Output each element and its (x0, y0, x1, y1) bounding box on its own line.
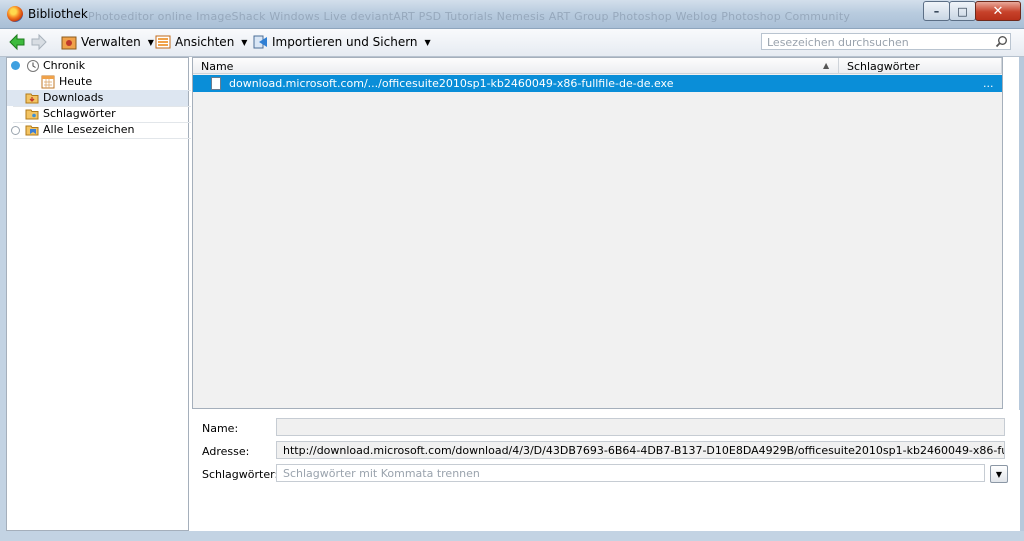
tree-item-downloads[interactable]: Downloads (7, 90, 188, 106)
address-field[interactable]: http://download.microsoft.com/download/4… (276, 441, 1005, 459)
list-item-name: download.microsoft.com/.../officesuite20… (229, 77, 674, 90)
list-item-tags: ... (983, 77, 994, 90)
library-tree: Chronik Heute Downloads Schlagwörter All… (6, 57, 191, 531)
folder-icon (25, 125, 39, 136)
views-menu-label: Ansichten (175, 35, 235, 49)
import-backup-menu-button[interactable]: Importieren und Sichern ▼ (252, 33, 431, 51)
tags-field[interactable]: Schlagwörter mit Kommata trennen (276, 464, 985, 482)
expand-twisty-icon[interactable] (11, 61, 20, 70)
search-input[interactable]: Lesezeichen durchsuchen (761, 33, 1011, 50)
bookmark-list: Name ▲ Schlagwörter download.microsoft.c… (192, 57, 1003, 409)
tree-item-alle-lesezeichen[interactable]: Alle Lesezeichen (7, 122, 188, 138)
tree-item-schlagwoerter[interactable]: Schlagwörter (7, 106, 188, 122)
tree-item-label: Chronik (43, 59, 86, 72)
clock-icon (27, 60, 39, 72)
calendar-icon (41, 75, 55, 89)
chevron-down-icon: ▼ (241, 37, 248, 47)
tree-item-label: Alle Lesezeichen (43, 123, 135, 136)
column-header-label: Schlagwörter (847, 60, 920, 73)
back-arrow-icon[interactable] (8, 33, 26, 51)
title-bar[interactable]: Photoeditor online ImageShack Windows Li… (0, 0, 1024, 29)
column-header-name[interactable]: Name (193, 58, 839, 74)
file-icon (211, 77, 221, 90)
expand-twisty-icon[interactable] (11, 126, 20, 135)
chevron-down-icon: ▼ (995, 469, 1003, 479)
organize-menu-label: Verwalten (81, 35, 141, 49)
details-pane: Name: Adresse: http://download.microsoft… (192, 410, 1020, 531)
folder-icon (25, 93, 39, 104)
chevron-down-icon: ▼ (147, 37, 154, 47)
tree-item-label: Downloads (43, 91, 104, 104)
minimize-button[interactable]: – (923, 1, 950, 21)
maximize-button[interactable]: □ (949, 1, 976, 21)
window-title: Bibliothek (28, 7, 88, 21)
chevron-down-icon: ▼ (424, 37, 431, 47)
firefox-logo-icon (7, 6, 23, 22)
sort-ascending-icon: ▲ (823, 61, 830, 70)
name-field[interactable] (276, 418, 1005, 436)
views-icon (155, 35, 171, 49)
divider (13, 138, 191, 139)
column-header-tags[interactable]: Schlagwörter (839, 58, 1002, 74)
list-item[interactable]: download.microsoft.com/.../officesuite20… (193, 75, 1002, 92)
tree-item-label: Schlagwörter (43, 107, 116, 120)
tags-dropdown-button[interactable]: ▼ (990, 465, 1008, 483)
import-backup-menu-label: Importieren und Sichern (272, 35, 418, 49)
organize-menu-button[interactable]: Verwalten ▼ (61, 33, 154, 51)
window-frame-bottom (0, 531, 1024, 541)
import-backup-icon (253, 35, 267, 49)
forward-arrow-icon[interactable] (30, 33, 48, 51)
tree-item-label: Heute (59, 75, 93, 88)
tree-item-chronik[interactable]: Chronik (7, 58, 188, 74)
column-header-label: Name (201, 60, 234, 73)
organize-icon (61, 36, 77, 50)
folder-icon (25, 109, 39, 120)
tree-item-heute[interactable]: Heute (7, 74, 188, 90)
background-bookmarks-strip: Photoeditor online ImageShack Windows Li… (88, 10, 851, 23)
tags-field-label: Schlagwörter: (202, 468, 279, 481)
views-menu-button[interactable]: Ansichten ▼ (155, 33, 247, 51)
name-field-label: Name: (202, 422, 239, 435)
search-icon[interactable] (995, 35, 1008, 48)
address-field-label: Adresse: (202, 445, 250, 458)
close-button[interactable]: ✕ (975, 1, 1021, 21)
